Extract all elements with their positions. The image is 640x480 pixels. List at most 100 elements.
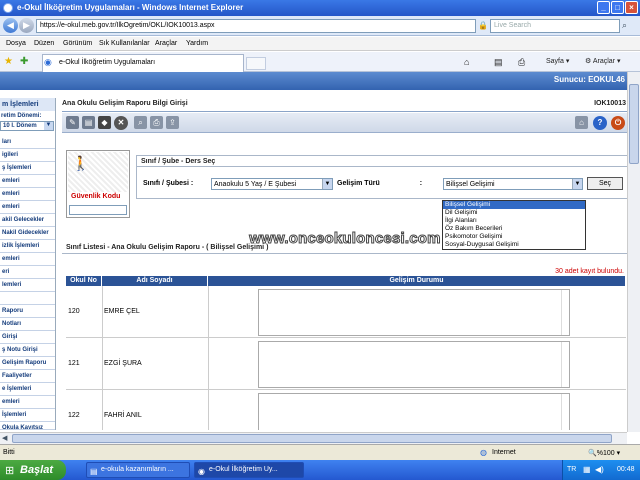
sidebar-item[interactable]: İşlemleri (0, 409, 55, 422)
sidebar-item[interactable]: Faaliyetler (0, 370, 55, 383)
search-icon[interactable]: ⌕ (134, 116, 147, 129)
scroll-left-icon[interactable]: ◀ (2, 434, 7, 442)
search-input[interactable]: Live Search (490, 19, 620, 33)
home-icon[interactable]: ⌂ (575, 116, 588, 129)
feed-icon[interactable]: ▤ (494, 57, 503, 68)
menu-yardim[interactable]: Yardım (186, 40, 208, 47)
textarea-scrollbar[interactable] (561, 290, 569, 335)
horizontal-scrollbar[interactable]: ◀ (0, 432, 627, 444)
textarea-scrollbar[interactable] (561, 342, 569, 387)
captcha-box: 🚶 Güvenlik Kodu (66, 150, 130, 218)
document-icon[interactable]: ▤ (82, 116, 95, 129)
new-tab-button[interactable] (246, 57, 266, 70)
sidebar-item[interactable] (0, 292, 55, 305)
dev-type-select[interactable]: Bilişsel Gelişimi ▼ (443, 178, 583, 190)
dropdown-option-selfcare[interactable]: Öz Bakım Becerileri (443, 225, 585, 233)
url-input[interactable]: https://e-okul.meb.gov.tr/IlkOgretim/OKL… (36, 19, 476, 33)
language-indicator[interactable]: TR (567, 466, 576, 473)
sidebar-item[interactable]: izlik İşlemleri (0, 240, 55, 253)
maximize-button[interactable]: □ (611, 1, 624, 14)
lock-icon[interactable]: 🔒 (478, 21, 488, 30)
sidebar-item[interactable]: Notları (0, 318, 55, 331)
column-header-status: Gelişim Durumu (208, 276, 626, 286)
dropdown-option-interests[interactable]: İlgi Alanları (443, 217, 585, 225)
dropdown-option-cognitive[interactable]: Bilişsel Gelişimi (443, 201, 585, 209)
sidebar-header: m İşlemleri (0, 98, 55, 111)
sidebar-item[interactable]: ları (0, 136, 55, 149)
print-icon[interactable]: ⎙ (150, 116, 163, 129)
sidebar-item[interactable]: emleri (0, 201, 55, 214)
print-icon[interactable]: ⎙ (518, 57, 525, 68)
add-favorite-icon[interactable]: ✚ (20, 56, 28, 67)
clock: 00:48 (617, 466, 635, 473)
edit-icon[interactable]: ✎ (66, 116, 79, 129)
volume-icon[interactable]: ◀) (595, 465, 604, 474)
student-table: Okul No Adı Soyadı Gelişim Durumu 120 EM… (66, 276, 626, 430)
ie-logo-icon (3, 3, 13, 13)
sidebar-item[interactable]: emleri (0, 175, 55, 188)
menu-gorunum[interactable]: Görünüm (63, 40, 92, 47)
eraser-icon[interactable]: ◆ (98, 116, 111, 129)
development-textarea[interactable] (258, 393, 570, 430)
tools-menu[interactable]: ⚙ Araçlar ▾ (585, 57, 621, 65)
search-icon[interactable]: ⌕ (622, 20, 634, 32)
menu-duzen[interactable]: Düzen (34, 40, 54, 47)
back-arrow-icon[interactable]: ◀ (3, 18, 18, 33)
select-button[interactable]: Seç (587, 177, 623, 190)
taskbar-item-label: e-okula kazanımların ... (101, 466, 174, 473)
taskbar-item-ie[interactable]: ◉ e-Okul İlköğretim Uy... (194, 462, 304, 478)
taskbar-item-word[interactable]: ▤ e-okula kazanımların ... (86, 462, 190, 478)
sidebar-item[interactable]: emleri (0, 396, 55, 409)
delete-icon[interactable]: ✕ (114, 116, 128, 130)
sidebar-item[interactable]: emleri (0, 253, 55, 266)
window-titlebar: e-Okul İlköğretim Uygulamaları - Windows… (0, 0, 640, 16)
dropdown-option-psychomotor[interactable]: Psikomotor Gelişimi (443, 233, 585, 241)
page-menu[interactable]: Sayfa ▾ (546, 57, 569, 65)
home-icon[interactable]: ⌂ (464, 57, 469, 67)
tab-eokul[interactable]: e-Okul İlköğretim Uygulamaları (42, 54, 244, 72)
menu-favorites[interactable]: Sık Kullanılanlar (99, 40, 150, 47)
vertical-scrollbar[interactable] (627, 72, 640, 432)
export-icon[interactable]: ⇪ (166, 116, 179, 129)
sidebar-item[interactable]: lemleri (0, 279, 55, 292)
student-name: FAHRİ ANIL (104, 412, 142, 419)
menu-araclar[interactable]: Araçlar (155, 40, 177, 47)
sidebar-item[interactable]: ş Notu Girişi (0, 344, 55, 357)
dropdown-option-language[interactable]: Dil Gelişimi (443, 209, 585, 217)
student-name: EZGİ ŞURA (104, 360, 142, 367)
sidebar-item[interactable]: Raporu (0, 305, 55, 318)
sidebar-item[interactable]: Gelişim Raporu (0, 357, 55, 370)
development-textarea[interactable] (258, 289, 570, 336)
minimize-button[interactable]: _ (597, 1, 610, 14)
sidebar-item[interactable]: e İşlemleri (0, 383, 55, 396)
textarea-scrollbar[interactable] (561, 394, 569, 430)
menu-dosya[interactable]: Dosya (6, 40, 26, 47)
document-icon: ▤ (90, 467, 98, 476)
status-bar: Bitti ◍ Internet 🔍%100 ▾ (0, 444, 640, 460)
term-select[interactable]: 10 I. Dönem ▼ (0, 121, 54, 131)
captcha-input[interactable] (69, 205, 127, 215)
sidebar-item[interactable]: akil Gelecekler (0, 214, 55, 227)
dropdown-option-social[interactable]: Sosyal-Duygusal Gelişimi (443, 241, 585, 249)
network-icon[interactable]: ▦ (583, 465, 591, 474)
sidebar-item[interactable]: Girişi (0, 331, 55, 344)
close-button[interactable]: × (625, 1, 638, 14)
sidebar-item[interactable]: ş İşlemleri (0, 162, 55, 175)
power-icon[interactable]: ⏻ (611, 116, 625, 130)
sidebar-item[interactable]: igileri (0, 149, 55, 162)
sidebar-item[interactable]: eri (0, 266, 55, 279)
help-icon[interactable]: ? (593, 116, 607, 130)
window-title: e-Okul İlköğretim Uygulamaları - Windows… (17, 3, 244, 12)
forward-arrow-icon[interactable]: ▶ (19, 18, 34, 33)
sidebar-item[interactable]: Nakil Gidecekler (0, 227, 55, 240)
horizontal-scroll-thumb[interactable] (12, 434, 612, 443)
zoom-level[interactable]: 🔍%100 ▾ (588, 449, 620, 457)
favorites-star-icon[interactable]: ★ (4, 56, 13, 67)
sidebar-item[interactable]: Okula Kayıtsız (0, 422, 55, 430)
class-select[interactable]: Anaokulu 5 Yaş / E Şubesi ▼ (211, 178, 333, 190)
development-textarea[interactable] (258, 341, 570, 388)
student-no: 120 (68, 308, 80, 315)
vertical-scroll-thumb[interactable] (629, 84, 639, 164)
captcha-label: Güvenlik Kodu (71, 193, 121, 200)
sidebar-item[interactable]: emleri (0, 188, 55, 201)
